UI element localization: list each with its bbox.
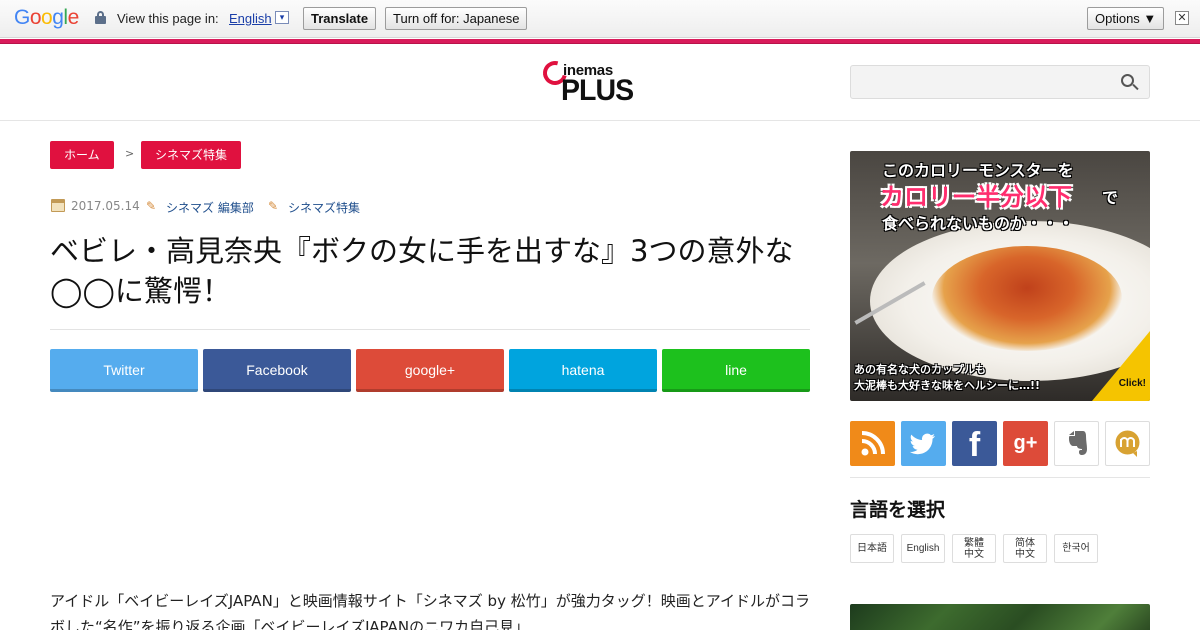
pencil-icon: ✎ — [268, 199, 279, 213]
ad-caption-line-2: 大泥棒も大好きな味をヘルシーに…!! — [854, 379, 1041, 392]
evernote-icon[interactable] — [1054, 421, 1099, 466]
ad-caption-line-1: あの有名な犬のカップルも — [854, 363, 986, 376]
translate-button[interactable]: Translate — [303, 7, 377, 30]
ad-caption: あの有名な犬のカップルも 大泥棒も大好きな味をヘルシーに…!! — [854, 362, 1040, 394]
article-title: ベビレ・高見奈央『ボクの女に手を出すな』3つの意外な◯◯に驚愕！ — [50, 234, 794, 308]
language-korean-button[interactable]: 한국어 — [1054, 534, 1098, 563]
language-label-line-2: 中文 — [1015, 549, 1035, 560]
mixi-icon[interactable] — [1105, 421, 1150, 466]
target-language-link[interactable]: English — [229, 11, 272, 26]
share-hatena-button[interactable]: hatena — [509, 349, 657, 392]
google-plus-icon[interactable]: g+ — [1003, 421, 1048, 466]
sidebar-banner-image[interactable] — [850, 604, 1150, 630]
translate-bar: Google View this page in: English ▾ Tran… — [0, 0, 1200, 38]
cinemas-plus-logo[interactable]: inemas PLUS — [538, 56, 643, 108]
ad-banner[interactable]: このカロリーモンスターを カロリー半分以下 で 食べられないものか・・・ あの有… — [850, 151, 1150, 401]
rss-icon[interactable] — [850, 421, 895, 466]
post-date: 2017.05.14 — [71, 199, 140, 213]
site-header: inemas PLUS — [0, 44, 1200, 121]
language-traditional-chinese-button[interactable]: 繁體 中文 — [952, 534, 996, 563]
language-simplified-chinese-button[interactable]: 简体 中文 — [1003, 534, 1047, 563]
share-facebook-button[interactable]: Facebook — [203, 349, 351, 392]
language-label-line-2: 中文 — [964, 549, 984, 560]
ad-headline-2-tail: で — [1102, 188, 1119, 207]
ad-headline-2: カロリー半分以下 — [880, 183, 1072, 211]
divider — [50, 329, 810, 330]
turn-off-button[interactable]: Turn off for: Japanese — [385, 7, 528, 30]
close-icon[interactable]: ✕ — [1175, 11, 1189, 25]
breadcrumb-category[interactable]: シネマズ特集 — [141, 141, 242, 169]
category-link[interactable]: シネマズ特集 — [288, 199, 360, 216]
calendar-icon — [51, 199, 65, 212]
ad-click-label: Click! — [1118, 378, 1146, 389]
language-select-heading: 言語を選択 — [850, 499, 946, 521]
view-page-in-label: View this page in: — [117, 11, 219, 26]
search-input[interactable] — [850, 65, 1150, 99]
language-japanese-button[interactable]: 日本語 — [850, 534, 894, 563]
options-button[interactable]: Options ▼ — [1087, 7, 1165, 30]
pencil-icon: ✎ — [146, 199, 157, 213]
author-link[interactable]: シネマズ 編集部 — [166, 199, 254, 216]
language-label-line-1: 繁體 — [964, 538, 984, 549]
share-google-plus-button[interactable]: google+ — [356, 349, 504, 392]
google-logo: Google — [14, 6, 79, 29]
breadcrumb-separator: > — [125, 147, 135, 160]
breadcrumb-home[interactable]: ホーム — [50, 141, 114, 169]
lock-icon — [95, 11, 106, 24]
language-label-line-1: 简体 — [1015, 538, 1035, 549]
share-line-button[interactable]: line — [662, 349, 810, 392]
twitter-icon[interactable] — [901, 421, 946, 466]
share-twitter-button[interactable]: Twitter — [50, 349, 198, 392]
facebook-icon[interactable]: f — [952, 421, 997, 466]
language-english-button[interactable]: English — [901, 534, 945, 563]
language-dropdown-icon[interactable]: ▾ — [275, 11, 289, 24]
ad-headline-3: 食べられないものか・・・ — [882, 214, 1075, 233]
ad-corner-badge — [1092, 331, 1150, 401]
sidebar-divider — [850, 477, 1150, 478]
article-body: アイドル「ベイビーレイズJAPAN」と映画情報サイト「シネマズ by 松竹」が強… — [50, 592, 810, 630]
search-icon[interactable] — [1121, 74, 1139, 92]
logo-text-bottom: PLUS — [561, 74, 634, 107]
